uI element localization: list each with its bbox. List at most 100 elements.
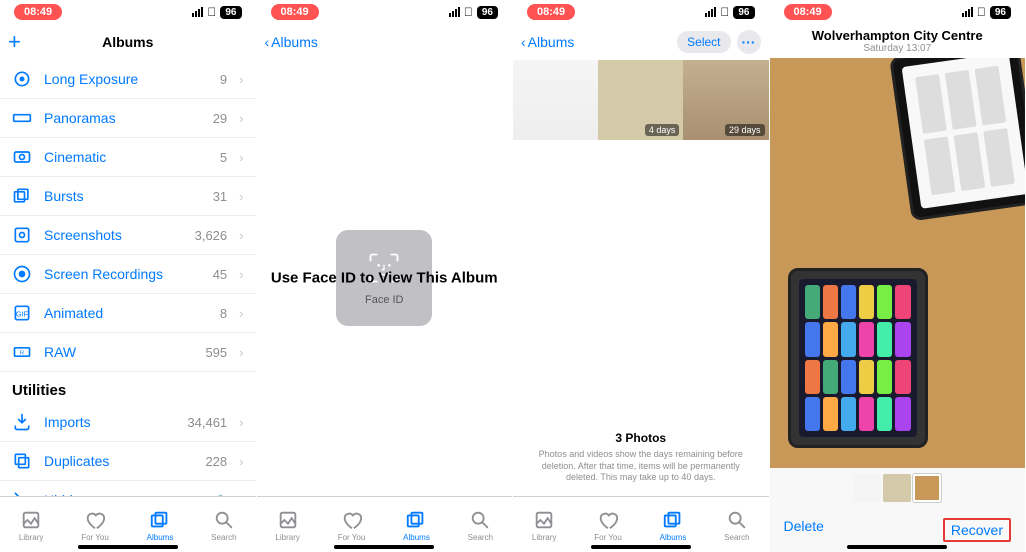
- tab-label: Albums: [403, 533, 430, 542]
- tab-library[interactable]: Library: [532, 509, 556, 542]
- strip-thumbnail[interactable]: [883, 474, 911, 502]
- row-label: Long Exposure: [44, 71, 208, 87]
- tab-search[interactable]: Search: [211, 509, 236, 542]
- screen-photo-detail: 08:49 􀙇 96 Wolverhampton City Centre Sat…: [770, 0, 1026, 552]
- photo-viewer[interactable]: [770, 58, 1026, 468]
- album-row[interactable]: Long Exposure 9 ›: [0, 60, 256, 99]
- chevron-right-icon: ›: [239, 345, 243, 360]
- search-icon: [213, 509, 235, 531]
- tab-foryou[interactable]: For You: [81, 509, 109, 542]
- photo-location: Wolverhampton City Centre: [770, 28, 1026, 43]
- status-right: 􀙇 96: [962, 5, 1011, 19]
- nav-bar: ‹ Albums: [257, 24, 513, 60]
- add-button[interactable]: +: [8, 29, 21, 55]
- tab-albums[interactable]: Albums: [403, 509, 430, 542]
- status-bar: 08:49 􀙇 96: [257, 0, 513, 24]
- wifi-icon: 􀙇: [207, 5, 216, 19]
- screenshot-icon: [12, 225, 32, 245]
- album-row[interactable]: Hidden 🔒 ›: [0, 481, 256, 496]
- album-row[interactable]: Duplicates 228 ›: [0, 442, 256, 481]
- back-button[interactable]: ‹ Albums: [521, 34, 574, 50]
- row-label: Animated: [44, 305, 208, 321]
- nav-title: Albums: [0, 34, 256, 50]
- chevron-right-icon: ›: [239, 454, 243, 469]
- tab-library[interactable]: Library: [19, 509, 43, 542]
- tab-label: Library: [532, 533, 556, 542]
- status-time: 08:49: [527, 4, 575, 20]
- tab-search[interactable]: Search: [724, 509, 749, 542]
- search-icon: [726, 509, 748, 531]
- chevron-right-icon: ›: [239, 415, 243, 430]
- duplicates-icon: [12, 451, 32, 471]
- album-row[interactable]: Imports 34,461 ›: [0, 403, 256, 442]
- album-row[interactable]: Screen Recordings 45 ›: [0, 255, 256, 294]
- row-count: 8: [220, 306, 227, 321]
- album-list[interactable]: Long Exposure 9 › Panoramas 29 › Cinemat…: [0, 60, 256, 496]
- chevron-right-icon: ›: [239, 150, 243, 165]
- cellular-icon: [962, 7, 973, 17]
- tab-label: Search: [468, 533, 493, 542]
- nav-bar: + Albums: [0, 24, 256, 60]
- album-row[interactable]: Cinematic 5 ›: [0, 138, 256, 177]
- cinematic-icon: [12, 147, 32, 167]
- tab-foryou[interactable]: For You: [594, 509, 622, 542]
- home-indicator[interactable]: [591, 545, 691, 549]
- album-row[interactable]: Screenshots 3,626 ›: [0, 216, 256, 255]
- panorama-icon: [12, 108, 32, 128]
- wifi-icon: 􀙇: [720, 5, 729, 19]
- row-count: 5: [220, 150, 227, 165]
- nav-bar: ‹ Albums Select ···: [513, 24, 769, 60]
- photo-header: Wolverhampton City Centre Saturday 13:07: [770, 24, 1026, 58]
- strip-thumbnail[interactable]: [853, 474, 881, 502]
- status-bar: 08:49 􀙇 96: [513, 0, 769, 24]
- tab-label: For You: [338, 533, 366, 542]
- more-button[interactable]: ···: [737, 30, 761, 54]
- foryou-icon: [84, 509, 106, 531]
- row-count: 29: [213, 111, 227, 126]
- home-indicator[interactable]: [847, 545, 947, 549]
- days-badge: 29 days: [725, 124, 765, 136]
- photo-datetime: Saturday 13:07: [770, 43, 1026, 54]
- deletion-notice: Photos and videos show the days remainin…: [529, 449, 753, 484]
- wifi-icon: 􀙇: [464, 5, 473, 19]
- tab-bar: Library For You Albums Search: [513, 496, 769, 552]
- album-row[interactable]: R RAW 595 ›: [0, 333, 256, 372]
- screen-recording-icon: [12, 264, 32, 284]
- back-label: Albums: [528, 34, 575, 50]
- tab-label: Albums: [660, 533, 687, 542]
- thumbnail-strip[interactable]: [770, 468, 1026, 508]
- row-label: Screen Recordings: [44, 266, 201, 282]
- album-row[interactable]: Bursts 31 ›: [0, 177, 256, 216]
- screen-recently-deleted: 08:49 􀙇 96 ‹ Albums Select ··· 4 days 29…: [513, 0, 770, 552]
- battery-icon: 96: [220, 6, 241, 19]
- chevron-right-icon: ›: [239, 72, 243, 87]
- tab-library[interactable]: Library: [275, 509, 299, 542]
- row-count: 3,626: [195, 228, 228, 243]
- svg-text:GIF: GIF: [16, 309, 29, 318]
- select-button[interactable]: Select: [677, 31, 730, 53]
- chevron-right-icon: ›: [239, 228, 243, 243]
- album-row[interactable]: GIF Animated 8 ›: [0, 294, 256, 333]
- tab-bar: Library For You Albums Search: [257, 496, 513, 552]
- photo-thumbnail[interactable]: 29 days: [683, 60, 768, 140]
- back-button[interactable]: ‹ Albums: [265, 34, 318, 50]
- tab-label: For You: [594, 533, 622, 542]
- row-count: 45: [213, 267, 227, 282]
- tab-label: Library: [19, 533, 43, 542]
- photo-thumbnail[interactable]: [513, 60, 598, 140]
- tab-search[interactable]: Search: [468, 509, 493, 542]
- photo-thumbnail[interactable]: 4 days: [598, 60, 683, 140]
- tab-albums[interactable]: Albums: [147, 509, 174, 542]
- tab-foryou[interactable]: For You: [338, 509, 366, 542]
- home-indicator[interactable]: [78, 545, 178, 549]
- album-row[interactable]: Panoramas 29 ›: [0, 99, 256, 138]
- delete-button[interactable]: Delete: [784, 518, 824, 542]
- row-count: 9: [220, 72, 227, 87]
- status-bar: 08:49 􀙇 96: [770, 0, 1026, 24]
- tab-albums[interactable]: Albums: [660, 509, 687, 542]
- row-label: Imports: [44, 414, 175, 430]
- recover-button[interactable]: Recover: [943, 518, 1011, 542]
- strip-thumbnail[interactable]: [913, 474, 941, 502]
- home-indicator[interactable]: [334, 545, 434, 549]
- battery-icon: 96: [990, 6, 1011, 19]
